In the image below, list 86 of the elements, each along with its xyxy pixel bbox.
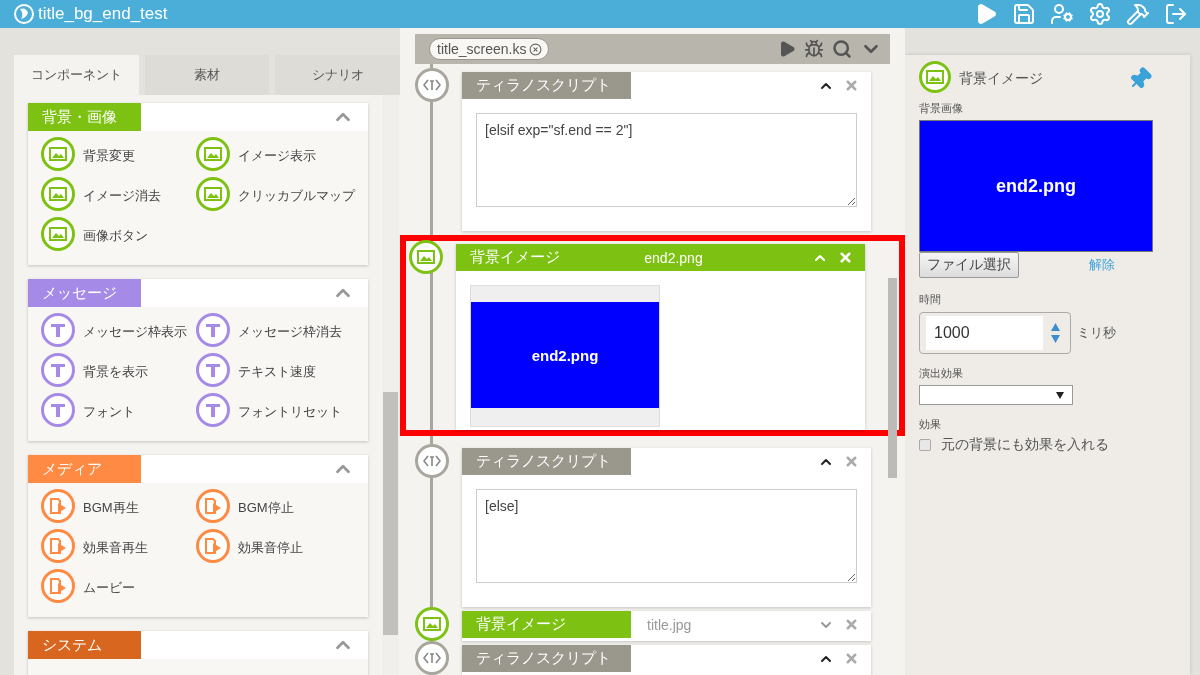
play-file-icon <box>41 489 75 523</box>
component-item[interactable]: 背景変更 <box>41 139 196 173</box>
user-gear-icon[interactable] <box>1050 2 1074 26</box>
field-label: 時間 <box>919 292 942 307</box>
section-title: メッセージ <box>28 279 141 307</box>
scrollbar[interactable] <box>888 278 897 478</box>
field-label: 背景画像 <box>919 101 964 116</box>
text-page-icon <box>196 313 230 347</box>
component-item[interactable]: ムービー <box>41 571 196 605</box>
close-icon[interactable] <box>844 78 859 93</box>
file-tab[interactable]: title_screen.ks <box>429 38 550 60</box>
checkbox[interactable] <box>919 439 931 451</box>
tag-icon <box>415 641 449 675</box>
play-file-icon <box>41 569 75 603</box>
close-icon[interactable] <box>844 617 859 632</box>
close-icon[interactable] <box>844 454 859 469</box>
scrollbar[interactable] <box>382 95 399 675</box>
text-page-icon <box>41 313 75 347</box>
code-field[interactable]: [elsif exp="sf.end == 2"] <box>476 113 857 207</box>
play-icon[interactable] <box>778 40 796 58</box>
search-icon[interactable] <box>832 39 852 59</box>
preview-text: end2.png <box>531 346 599 364</box>
text-page-icon <box>196 353 230 387</box>
block-value: end2.png <box>643 249 704 266</box>
app-title: title_bg_end_test <box>38 4 169 24</box>
panel-tab[interactable]: 素材 <box>144 55 270 95</box>
play-file-icon <box>41 529 75 563</box>
text-page-icon <box>41 393 75 427</box>
save-icon[interactable] <box>1012 2 1036 26</box>
image-icon <box>409 240 443 274</box>
up-arrow-icon[interactable] <box>1051 323 1060 331</box>
image-icon <box>196 137 230 171</box>
block-title: 背景イメージ <box>462 611 631 638</box>
text-page-icon <box>196 393 230 427</box>
component-item[interactable]: メッセージ枠消去 <box>196 315 368 349</box>
panel-tab[interactable]: シナリオ <box>275 55 400 95</box>
hammer-icon[interactable] <box>1126 2 1150 26</box>
block-value: title.jpg <box>647 616 693 633</box>
component-item[interactable]: 効果音停止 <box>196 531 368 565</box>
play-file-icon <box>196 529 230 563</box>
component-item[interactable]: 画像ボタン <box>41 219 196 253</box>
component-item[interactable]: フォントリセット <box>196 395 368 429</box>
component-item[interactable]: BGM停止 <box>196 491 368 525</box>
image-icon <box>41 177 75 211</box>
logo-icon <box>14 4 34 24</box>
section-title: メディア <box>28 455 141 483</box>
image-icon <box>41 217 75 251</box>
component-item[interactable]: テキスト速度 <box>196 355 368 389</box>
image-icon <box>919 61 951 93</box>
down-arrow-icon[interactable] <box>1051 335 1060 343</box>
component-item[interactable]: メッセージ枠表示 <box>41 315 196 349</box>
unit-label: ミリ秒 <box>1077 324 1116 342</box>
block-title: ティラノスクリプト <box>462 645 631 672</box>
image-icon <box>41 137 75 171</box>
number-field[interactable]: 1000 <box>919 312 1071 354</box>
component-item[interactable]: クリッカブルマップ <box>196 179 368 213</box>
text-page-icon <box>41 353 75 387</box>
component-item[interactable]: 効果音再生 <box>41 531 196 565</box>
file-select-button[interactable]: ファイル選択 <box>919 252 1019 278</box>
block-title: ティラノスクリプト <box>462 72 631 99</box>
preview-text: end2.png <box>996 175 1076 197</box>
exit-icon[interactable] <box>1164 2 1188 26</box>
checkbox-label: 元の背景にも効果を入れる <box>941 436 1109 454</box>
image-icon <box>196 177 230 211</box>
field-label: 効果 <box>919 417 942 432</box>
block-title: ティラノスクリプト <box>462 448 631 475</box>
effect-select[interactable] <box>919 385 1073 405</box>
code-field[interactable]: [else] <box>476 489 857 583</box>
field-label: 演出効果 <box>919 366 964 381</box>
close-icon[interactable] <box>844 651 859 666</box>
panel-tab[interactable]: コンポーネント <box>14 55 139 95</box>
panel-title: 背景イメージ <box>959 70 1044 88</box>
component-item[interactable]: BGM再生 <box>41 491 196 525</box>
component-item[interactable]: イメージ消去 <box>41 179 196 213</box>
bug-icon[interactable] <box>804 39 824 59</box>
dropdown-icon <box>1056 391 1064 399</box>
close-icon[interactable] <box>838 250 853 265</box>
component-item[interactable]: 背景を表示 <box>41 355 196 389</box>
section-title: システム <box>28 631 141 659</box>
component-item[interactable]: フォント <box>41 395 196 429</box>
close-icon[interactable] <box>529 42 543 56</box>
play-file-icon <box>196 489 230 523</box>
component-item[interactable]: イメージ表示 <box>196 139 368 173</box>
image-icon <box>415 607 449 641</box>
settings-icon[interactable] <box>1088 2 1112 26</box>
section-title: 背景・画像 <box>28 103 141 131</box>
